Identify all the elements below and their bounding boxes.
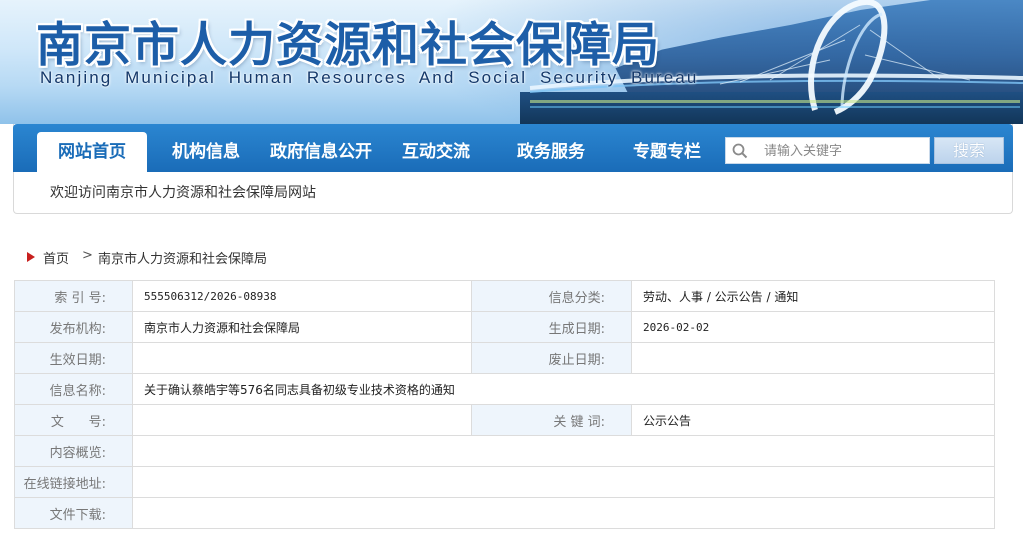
search-box [725,137,930,164]
breadcrumb-home[interactable]: 首页 [43,248,69,267]
site-title: 南京市人力资源和社会保障局 [36,18,660,73]
table-row: 在线链接地址: [14,466,995,498]
header-banner: 南京市人力资源和社会保障局 Nanjing Municipal Human Re… [0,0,1023,124]
created-date-label: 生成日期: [471,311,632,343]
nav-item-home[interactable]: 网站首页 [37,132,147,172]
home-pointer-icon [27,252,35,262]
publisher-label: 发布机构: [14,311,133,343]
search-icon [732,143,748,159]
doc-no-value [132,404,472,436]
link-label: 在线链接地址: [14,466,133,498]
info-name-value: 关于确认蔡皓宇等576名同志具备初级专业技术资格的通知 [132,373,995,405]
nav-item-gov-info[interactable]: 政府信息公开 [263,132,379,172]
table-row: 索 引 号: 555506312/2026-08938 信息分类: 劳动、人事 … [14,280,995,312]
table-row: 生效日期: 废止日期: [14,342,995,374]
search-button[interactable]: 搜索 [934,137,1004,164]
summary-value [132,435,995,467]
download-label: 文件下载: [14,497,133,529]
table-row: 内容概览: [14,435,995,467]
effective-date-value [132,342,472,374]
info-name-label: 信息名称: [14,373,133,405]
repeal-date-label: 废止日期: [471,342,632,374]
nav-item-organization[interactable]: 机构信息 [153,132,259,172]
keywords-value: 公示公告 [631,404,995,436]
repeal-date-value [631,342,995,374]
effective-date-label: 生效日期: [14,342,133,374]
table-row: 发布机构: 南京市人力资源和社会保障局 生成日期: 2026-02-02 [14,311,995,343]
table-row: 文件下载: [14,497,995,529]
index-no-value: 555506312/2026-08938 [132,280,472,312]
keywords-label: 关 键 词: [471,404,632,436]
table-row: 文 号: 关 键 词: 公示公告 [14,404,995,436]
breadcrumb-current[interactable]: 南京市人力资源和社会保障局 [98,248,267,267]
search-input[interactable] [764,141,924,161]
summary-label: 内容概览: [14,435,133,467]
category-value: 劳动、人事 / 公示公告 / 通知 [631,280,995,312]
nav-item-topics[interactable]: 专题专栏 [616,132,718,172]
table-row: 信息名称: 关于确认蔡皓宇等576名同志具备初级专业技术资格的通知 [14,373,995,405]
link-value[interactable] [132,466,995,498]
info-table: 索 引 号: 555506312/2026-08938 信息分类: 劳动、人事 … [14,280,995,529]
breadcrumb-separator: > [82,248,93,263]
welcome-text: 欢迎访问南京市人力资源和社会保障局网站 [50,185,316,201]
publisher-value: 南京市人力资源和社会保障局 [132,311,472,343]
category-label: 信息分类: [471,280,632,312]
index-no-label: 索 引 号: [14,280,133,312]
site-title-english: Nanjing Municipal Human Resources And So… [40,68,699,87]
nav-item-services[interactable]: 政务服务 [500,132,602,172]
doc-no-label: 文 号: [14,404,133,436]
nav-item-interaction[interactable]: 互动交流 [385,132,487,172]
created-date-value: 2026-02-02 [631,311,995,343]
download-value[interactable] [132,497,995,529]
